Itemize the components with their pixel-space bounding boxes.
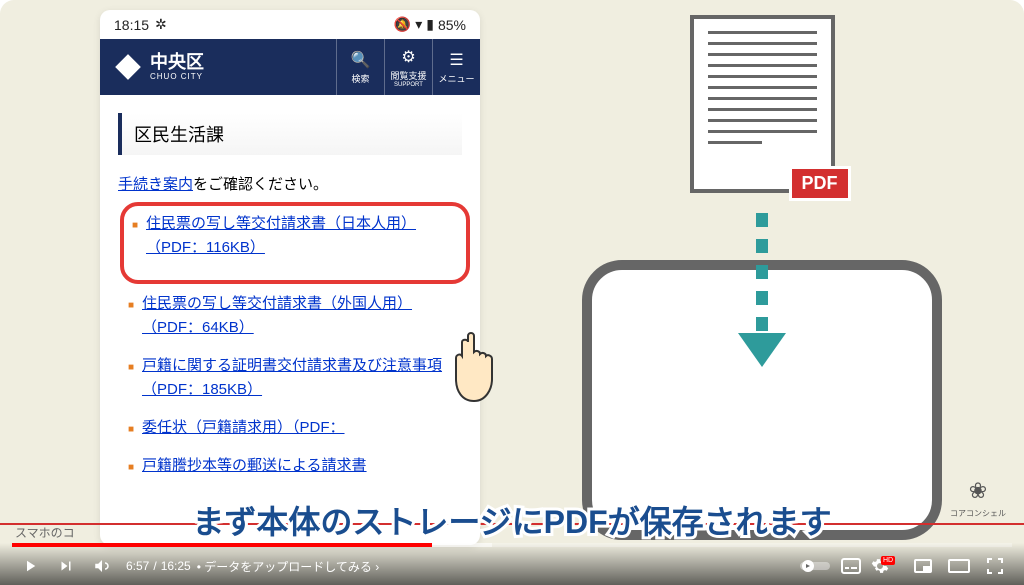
doc-link[interactable]: 委任状（戸籍請求用）（PDF：: [142, 419, 345, 436]
city-logo-icon: [114, 53, 142, 81]
hd-badge: HD: [881, 556, 895, 565]
status-battery-pct: 85%: [438, 17, 466, 33]
play-button[interactable]: [12, 548, 48, 584]
instruction-link[interactable]: 手続き案内: [118, 176, 193, 193]
content-area: 18:15 ✲ 🔕 ▾ ▮ 85% 中央区 CHUO CI: [0, 0, 1024, 545]
status-battery-icon: ▮: [426, 16, 434, 33]
pdf-document-icon: PDF: [690, 15, 835, 193]
video-progress-bar[interactable]: [12, 543, 1012, 547]
video-time: 6:57 / 16:25: [126, 559, 191, 573]
phone-status-bar: 18:15 ✲ 🔕 ▾ ▮ 85%: [100, 10, 480, 39]
video-frame: 18:15 ✲ 🔕 ▾ ▮ 85% 中央区 CHUO CI: [0, 0, 1024, 585]
search-icon: 🔍: [351, 50, 371, 70]
instruction-suffix: をご確認ください。: [193, 176, 328, 193]
chevron-right-icon: ›: [375, 560, 379, 574]
support-sublabel: SUPPORT: [394, 82, 423, 88]
hamburger-icon: ☰: [449, 50, 463, 70]
pdf-badge: PDF: [789, 166, 851, 201]
doc-link[interactable]: 戸籍に関する証明書交付請求書及び注意事項（PDF：185KB）: [142, 357, 442, 398]
total-time: 16:25: [161, 559, 191, 573]
list-item: 住民票の写し等交付請求書（外国人用）（PDF：64KB）: [128, 292, 462, 340]
site-logo[interactable]: 中央区 CHUO CITY: [100, 39, 336, 95]
doc-link[interactable]: 住民票の写し等交付請求書（外国人用）（PDF：64KB）: [142, 295, 412, 336]
support-button[interactable]: ⚙ 閲覧支援 SUPPORT: [384, 39, 432, 95]
time-separator: /: [153, 559, 156, 573]
menu-label: メニュー: [438, 72, 474, 85]
phone-page-body: 区民生活課 手続き案内をご確認ください。 住民票の写し等交付請求書（日本人用）（…: [100, 95, 480, 510]
miniplayer-button[interactable]: [906, 548, 940, 584]
fullscreen-button[interactable]: [978, 548, 1012, 584]
support-label: 閲覧支援: [390, 69, 426, 82]
status-fan-icon: ✲: [155, 16, 167, 33]
settings-button[interactable]: HD: [870, 548, 904, 584]
search-label: 検索: [351, 72, 369, 85]
pointer-finger-icon: [448, 328, 508, 408]
phone-mock: 18:15 ✲ 🔕 ▾ ▮ 85% 中央区 CHUO CI: [100, 10, 480, 545]
next-button[interactable]: [48, 548, 84, 584]
status-wifi-icon: ▾: [415, 16, 422, 33]
video-subtitle: まず本体のストレージにPDFが保存されます: [0, 497, 1024, 543]
pdf-diagram: PDF: [540, 10, 984, 545]
captions-button[interactable]: [834, 548, 868, 584]
document-list: 住民票の写し等交付請求書（日本人用）（PDF：116KB） 住民票の写し等交付請…: [118, 202, 462, 478]
city-name-jp: 中央区: [150, 53, 204, 71]
list-item: 委任状（戸籍請求用）（PDF：: [128, 416, 462, 440]
section-title: 区民生活課: [118, 113, 462, 155]
instruction-text: 手続き案内をご確認ください。: [118, 173, 462, 194]
phone-site-header: 中央区 CHUO CITY 🔍 検索 ⚙ 閲覧支援 SUPPORT ☰ メニュー: [100, 39, 480, 95]
city-name-en: CHUO CITY: [150, 73, 204, 81]
status-time: 18:15: [114, 17, 149, 33]
current-time: 6:57: [126, 559, 149, 573]
search-button[interactable]: 🔍 検索: [336, 39, 384, 95]
arrow-down-icon: [738, 213, 786, 367]
doc-link[interactable]: 住民票の写し等交付請求書（日本人用）（PDF：116KB）: [146, 215, 416, 256]
list-item: 住民票の写し等交付請求書（日本人用）（PDF：116KB）: [132, 212, 458, 260]
doc-link[interactable]: 戸籍謄抄本等の郵送による請求書: [142, 457, 367, 474]
list-item: 戸籍謄抄本等の郵送による請求書: [128, 454, 462, 478]
highlight-box: 住民票の写し等交付請求書（日本人用）（PDF：116KB）: [120, 202, 470, 284]
menu-button[interactable]: ☰ メニュー: [432, 39, 480, 95]
video-controls: 6:57 / 16:25 • データをアップロードしてみる › HD: [0, 543, 1024, 585]
list-item: 戸籍に関する証明書交付請求書及び注意事項（PDF：185KB）: [128, 354, 462, 402]
gear-icon: ⚙: [401, 47, 415, 67]
theater-button[interactable]: [942, 548, 976, 584]
chapter-title[interactable]: • データをアップロードしてみる ›: [197, 558, 380, 575]
status-mute-icon: 🔕: [394, 16, 411, 33]
volume-button[interactable]: [84, 548, 120, 584]
autoplay-toggle[interactable]: [798, 548, 832, 584]
